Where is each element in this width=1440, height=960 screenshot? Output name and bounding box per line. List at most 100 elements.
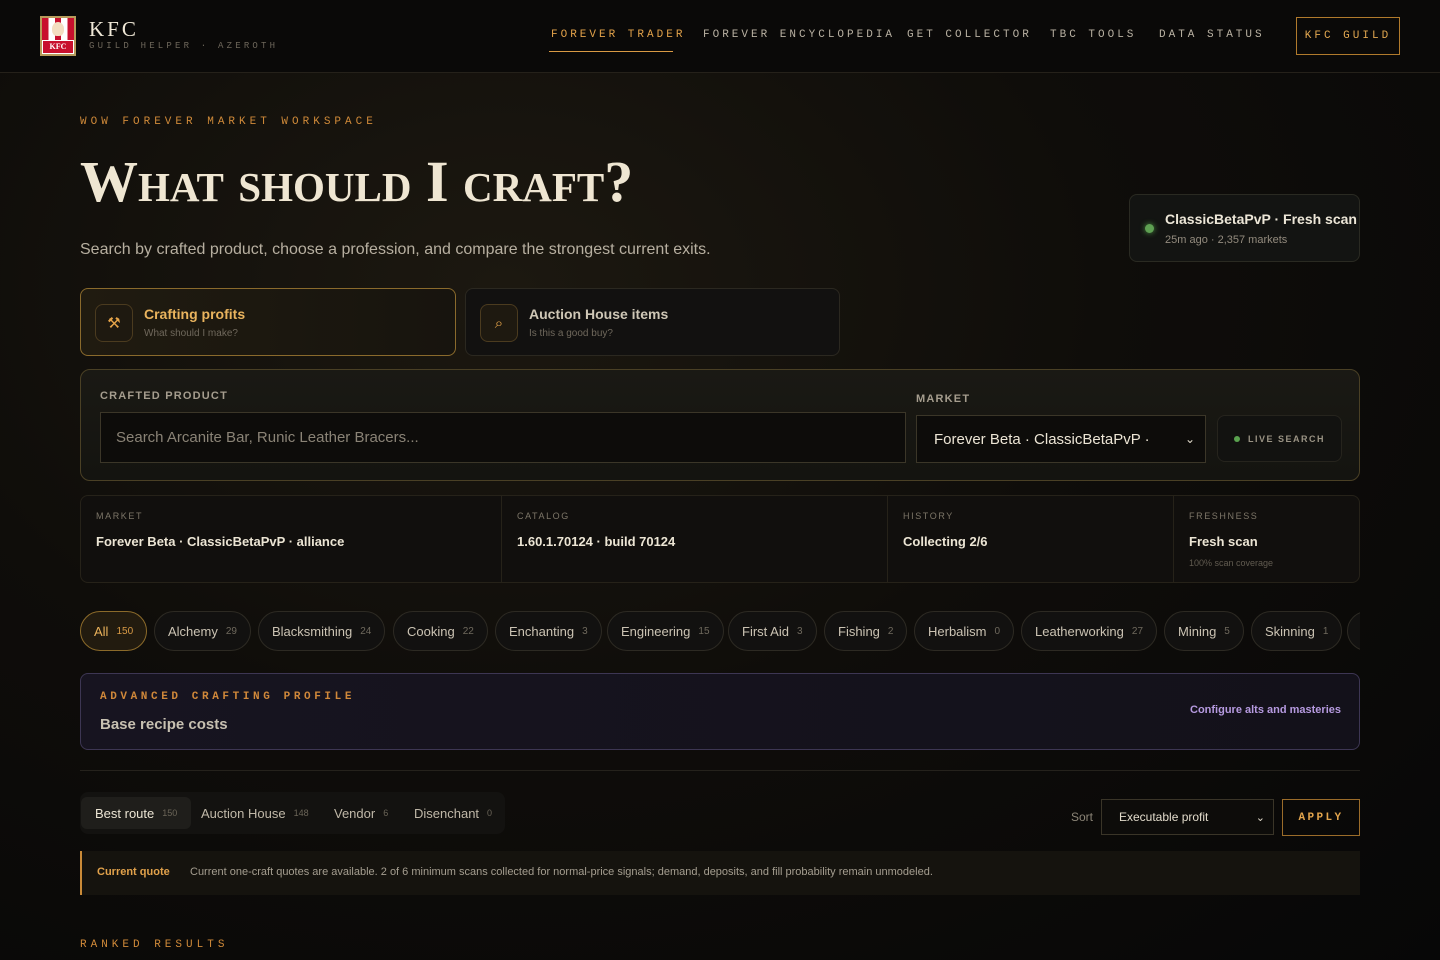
stat-catalog: CATALOG 1.60.1.70124 · build 70124 [502, 496, 888, 582]
stat-value: Fresh scan [1189, 534, 1258, 549]
brand-tagline: GUILD HELPER · AZEROTH [89, 41, 279, 51]
tab-best-route[interactable]: Best route 150 [81, 797, 192, 829]
chip-count: 29 [225, 625, 237, 637]
chip-herbalism[interactable]: Herbalism 0 [914, 611, 1015, 651]
scan-status-meta: 25m ago · 2,357 markets [1165, 234, 1288, 246]
chip-label: Engineering [621, 623, 691, 639]
chip-alchemy[interactable]: Alchemy 29 [154, 611, 251, 651]
chip-count: 22 [462, 625, 474, 637]
tab-auction-house[interactable]: Auction House 148 [187, 797, 323, 829]
nav-active-underline [549, 51, 673, 52]
chevron-down-icon: ⌄ [1255, 812, 1265, 824]
sort-select[interactable]: Executable profit ⌄ [1101, 799, 1274, 835]
profession-filter-chips: All 150 Alchemy 29 Blacksmithing 24 Cooking… [80, 611, 1360, 652]
nav-get-collector[interactable]: GET COLLECTOR [907, 29, 1032, 41]
mode-crafting-profits[interactable]: ⚒ Crafting profits What should I make? [80, 288, 456, 356]
mode-title: Crafting profits [144, 306, 246, 322]
sort-label: Sort [1071, 810, 1094, 824]
crafted-product-search-input[interactable] [100, 412, 906, 463]
tab-count: 148 [293, 808, 309, 818]
chip-label: Leatherworking [1035, 623, 1124, 639]
chip-label: Alchemy [168, 623, 218, 639]
chip-cooking[interactable]: Cooking 22 [393, 611, 488, 651]
chip-label: First Aid [742, 623, 789, 639]
chip-mining[interactable]: Mining 5 [1164, 611, 1244, 651]
market-stats-bar: MARKET Forever Beta · ClassicBetaPvP · a… [80, 495, 1360, 583]
kfc-logo[interactable]: KFC [40, 16, 76, 56]
chevron-down-icon: ⌄ [1184, 432, 1195, 446]
page-title: What should I craft? [80, 149, 634, 214]
chip-count: 2 [887, 625, 894, 637]
tab-label: Auction House [201, 805, 286, 821]
nav-data-status[interactable]: DATA STATUS [1159, 29, 1265, 41]
current-quote-banner: Current quote Current one-craft quotes a… [80, 851, 1360, 895]
chip-leatherworking[interactable]: Leatherworking 27 [1021, 611, 1158, 651]
chip-count: 5 [1224, 625, 1230, 637]
stat-label: MARKET [96, 511, 144, 521]
live-search-toggle[interactable]: LIVE SEARCH [1217, 415, 1342, 462]
tab-vendor[interactable]: Vendor 6 [320, 797, 402, 829]
chip-overflow[interactable] [1347, 611, 1360, 651]
scan-status-title: ClassicBetaPvP · Fresh scan [1165, 211, 1357, 227]
sort-select-value: Executable profit [1119, 810, 1209, 824]
scan-status-dot [1145, 224, 1154, 233]
brand-name[interactable]: KFC [89, 17, 139, 42]
tab-disenchant[interactable]: Disenchant 0 [400, 797, 506, 829]
tab-count: 0 [487, 808, 493, 818]
mode-subtitle: What should I make? [144, 328, 238, 339]
tab-count: 6 [383, 808, 389, 818]
profile-eyebrow: ADVANCED CRAFTING PROFILE [100, 691, 356, 703]
nav-forever-encyclopedia[interactable]: FOREVER ENCYCLOPEDIA [703, 29, 895, 41]
search-panel: CRAFTED PRODUCT MARKET Forever Beta · Cl… [80, 369, 1360, 481]
live-search-label: LIVE SEARCH [1247, 433, 1325, 444]
quote-label: Current quote [97, 866, 170, 878]
chip-count: 150 [116, 625, 134, 637]
chip-count: 24 [360, 625, 372, 637]
market-select-value: Forever Beta · ClassicBetaPvP · [934, 430, 1150, 448]
chip-label: Skinning [1265, 623, 1315, 639]
stat-market: MARKET Forever Beta · ClassicBetaPvP · a… [81, 496, 502, 582]
market-label: MARKET [916, 393, 971, 405]
tab-count: 150 [162, 808, 178, 818]
chip-label: Cooking [407, 623, 455, 639]
configure-alts-link[interactable]: Configure alts and masteries [1190, 704, 1341, 716]
nav-tbc-tools[interactable]: TBC TOOLS [1050, 29, 1136, 41]
mode-auction-house-items[interactable]: ⌕ Auction House items Is this a good buy… [465, 288, 840, 356]
tab-label: Best route [95, 805, 155, 821]
stat-value: 1.60.1.70124 · build 70124 [517, 534, 676, 549]
section-divider [80, 770, 1360, 771]
chip-blacksmithing[interactable]: Blacksmithing 24 [258, 611, 386, 651]
ranked-results-heading: RANKED RESULTS [80, 939, 229, 951]
chip-count: 1 [1322, 625, 1329, 637]
chip-label: All [94, 623, 109, 639]
stat-history: HISTORY Collecting 2/6 [888, 496, 1174, 582]
chip-fishing[interactable]: Fishing 2 [824, 611, 908, 651]
chip-all[interactable]: All 150 [80, 611, 148, 651]
stat-label: FRESHNESS [1189, 511, 1259, 521]
chip-count: 15 [698, 625, 710, 637]
chip-first-aid[interactable]: First Aid 3 [728, 611, 817, 651]
live-indicator-dot [1233, 435, 1240, 442]
chip-engineering[interactable]: Engineering 15 [607, 611, 724, 651]
tab-label: Vendor [334, 805, 376, 821]
stat-label: CATALOG [517, 511, 570, 521]
apply-button[interactable]: APPLY [1282, 799, 1360, 836]
crafted-product-label: CRAFTED PRODUCT [100, 390, 228, 402]
advanced-crafting-profile: ADVANCED CRAFTING PROFILE Base recipe co… [80, 673, 1360, 750]
hero-subtitle: Search by crafted product, choose a prof… [80, 241, 711, 258]
profile-title: Base recipe costs [100, 716, 228, 733]
stat-note: 100% scan coverage [1189, 558, 1274, 568]
market-select[interactable]: Forever Beta · ClassicBetaPvP · ⌄ [916, 415, 1206, 463]
route-tabs: Best route 150 Auction House 148 Vendor 6 D… [80, 792, 505, 834]
stat-freshness: FRESHNESS Fresh scan 100% scan coverage [1174, 496, 1359, 582]
hammer-pick-icon: ⚒ [95, 304, 133, 342]
chip-skinning[interactable]: Skinning 1 [1251, 611, 1343, 651]
chip-label: Blacksmithing [272, 623, 353, 639]
nav-forever-trader[interactable]: FOREVER TRADER [551, 29, 685, 41]
stat-value: Collecting 2/6 [903, 534, 988, 549]
stat-label: HISTORY [903, 511, 954, 521]
chip-enchanting[interactable]: Enchanting 3 [495, 611, 602, 651]
chip-label: Enchanting [509, 623, 575, 639]
tab-label: Disenchant [414, 805, 480, 821]
kfc-guild-button[interactable]: KFC GUILD [1296, 17, 1400, 55]
